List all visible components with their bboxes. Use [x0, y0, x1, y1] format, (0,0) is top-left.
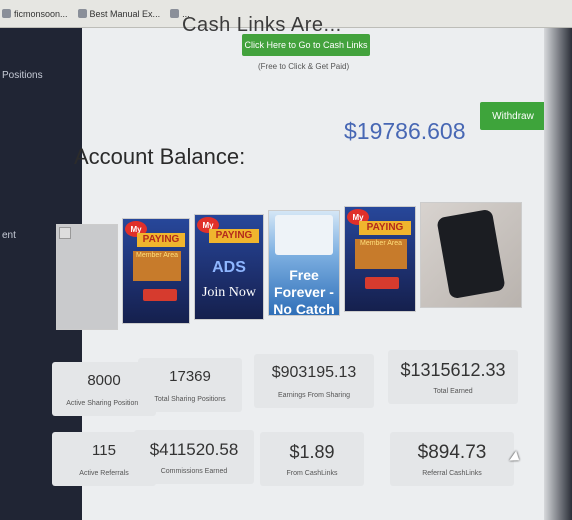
right-edge-shadow: [544, 28, 572, 520]
stat-total-sharing-positions: 17369 Total Sharing Positions: [138, 358, 242, 412]
bookmark-item[interactable]: ficmonsoon...: [2, 9, 68, 19]
banner-free-forever[interactable]: Free Forever - No Catch: [268, 210, 340, 316]
stat-label: From CashLinks: [286, 470, 338, 477]
stat-value: $903195.13: [271, 364, 357, 381]
banner-ads-text: ADS: [212, 259, 246, 276]
stat-total-earned: $1315612.33 Total Earned: [388, 350, 518, 404]
banner-subtitle: Member Area: [355, 239, 407, 269]
stat-value: $1.89: [289, 442, 335, 462]
stat-label: Referral CashLinks: [422, 470, 482, 477]
broken-image-icon: [59, 227, 71, 239]
banner-title: PAYING: [359, 221, 411, 235]
banner-placeholder[interactable]: [56, 224, 118, 330]
stat-label: Total Earned: [433, 388, 473, 395]
main-content: Cash Links Are... Click Here to Go to Ca…: [52, 14, 572, 520]
stat-earnings-from-sharing: $903195.13 Earnings From Sharing: [254, 354, 374, 408]
banner-title: PAYING: [137, 233, 185, 247]
cash-links-button[interactable]: Click Here to Go to Cash Links: [242, 34, 370, 56]
stat-referral-cashlinks: $894.73 Referral CashLinks: [390, 432, 514, 486]
page-icon: [77, 9, 87, 18]
stat-label: Total Sharing Positions: [154, 396, 226, 403]
banner-subtitle: Member Area: [133, 251, 181, 281]
stat-from-cashlinks: $1.89 From CashLinks: [260, 432, 364, 486]
account-balance-label: Account Balance:: [74, 144, 246, 169]
stat-value: $411520.58: [149, 440, 239, 459]
stat-label: Commissions Earned: [160, 468, 228, 475]
phone-image: [436, 208, 506, 300]
banner-free-text: Free Forever - No Catch: [273, 267, 335, 316]
banner-my-paying-ads[interactable]: My PAYING ADS Join Now: [194, 214, 264, 320]
bookmark-item[interactable]: Best Manual Ex...: [77, 8, 161, 19]
account-balance-value: $19786.608: [344, 118, 466, 144]
cash-links-note: (Free to Click & Get Paid): [258, 62, 350, 71]
banner-join-text: Join Now: [201, 285, 257, 300]
stat-value: $1315612.33: [400, 360, 506, 380]
bookmark-label: Best Manual Ex...: [89, 8, 161, 19]
sidebar-item-ent[interactable]: ent: [2, 230, 16, 241]
stat-label: Earnings From Sharing: [278, 392, 350, 399]
banner-button: [143, 289, 177, 301]
banner-title: PAYING: [209, 229, 259, 243]
banner-phone[interactable]: [420, 202, 522, 308]
withdraw-button[interactable]: Withdraw: [480, 102, 546, 130]
banner-my-paying[interactable]: My PAYING Member Area: [122, 218, 190, 324]
page-icon: [2, 9, 11, 18]
stat-value: 17369: [169, 368, 211, 385]
page-icon: [170, 9, 180, 18]
banner-my-paying-2[interactable]: My PAYING Member Area: [344, 206, 416, 312]
bookmark-label: ficmonsoon...: [14, 8, 68, 19]
banner-photo: [275, 215, 333, 255]
stat-value: $894.73: [417, 442, 487, 463]
stat-commissions-earned: $411520.58 Commissions Earned: [134, 430, 254, 484]
sidebar-item-positions[interactable]: Positions: [2, 70, 43, 81]
banner-button: [365, 277, 399, 289]
